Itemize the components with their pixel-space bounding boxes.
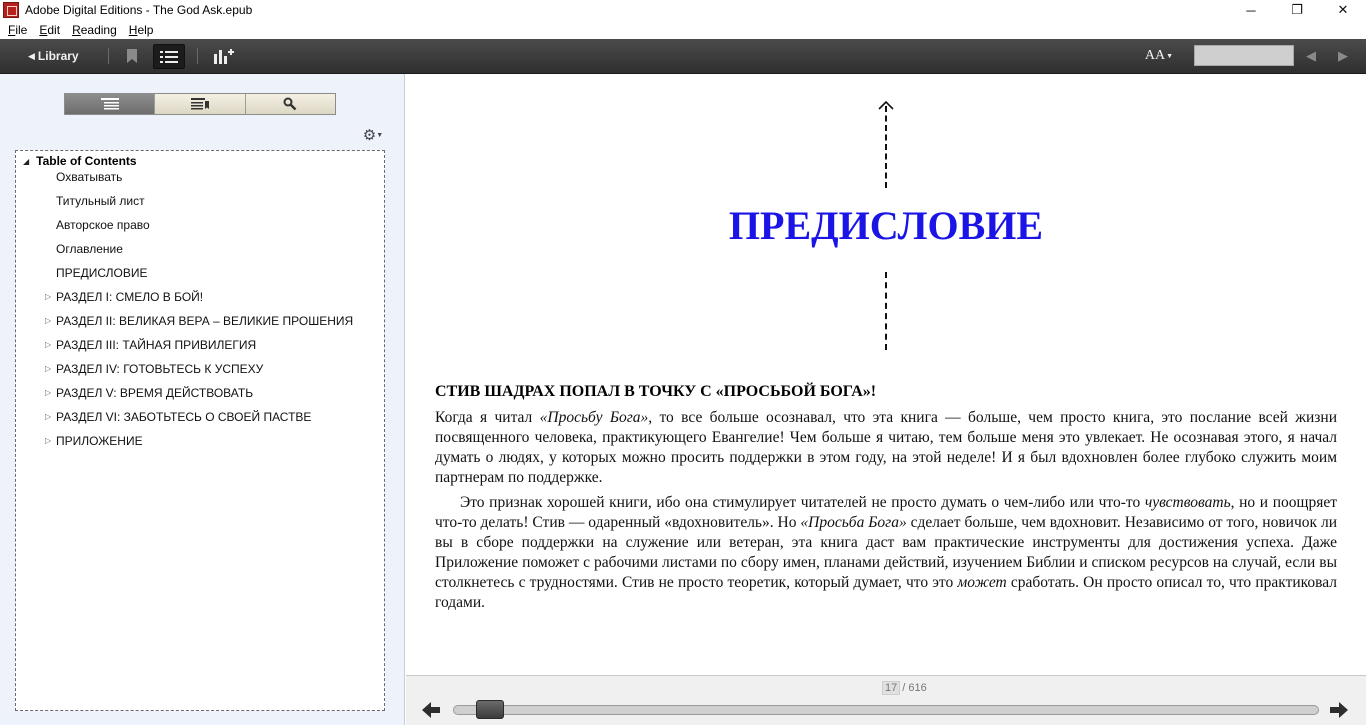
arrow-left-icon: ◀ — [1306, 48, 1316, 63]
toc-item[interactable]: РАЗДЕЛ III: ТАЙНАЯ ПРИВИЛЕГИЯ — [56, 338, 256, 352]
toolbar-divider — [108, 48, 109, 64]
toc-item[interactable]: РАЗДЕЛ I: СМЕЛО В БОЙ! — [56, 290, 203, 304]
menu-file[interactable]: File — [2, 23, 33, 37]
body-paragraph: Это признак хорошей книги, ибо она стиму… — [435, 493, 1337, 613]
bar-chart-plus-icon — [214, 49, 234, 64]
font-size-button[interactable]: AA ▼ — [1144, 46, 1174, 66]
search-icon — [283, 97, 297, 111]
page-slider-thumb[interactable] — [475, 700, 504, 719]
reader-page[interactable]: ПРЕДИСЛОВИЕ СТИВ ШАДРАХ ПОПАЛ В ТОЧКУ С … — [406, 74, 1366, 675]
expand-triangle-icon[interactable]: ▷ — [45, 340, 51, 349]
toc-toggle-button[interactable] — [153, 44, 185, 69]
arrow-right-icon: ▶ — [1338, 48, 1348, 63]
expand-triangle-icon[interactable]: ▷ — [45, 388, 51, 397]
menu-edit[interactable]: Edit — [33, 23, 66, 37]
sidebar-settings-button[interactable]: ⚙ ▼ — [362, 126, 384, 144]
italic-text: «Просьба Бога» — [800, 514, 907, 531]
toolbar: ◀ Library AA ▼ ◀ ▶ — [0, 39, 1366, 74]
menu-help[interactable]: Help — [123, 23, 160, 37]
current-page-field[interactable]: 17 — [882, 681, 901, 695]
toc-root[interactable]: ◢ Table of Contents — [23, 154, 137, 168]
next-page-button[interactable] — [1330, 702, 1348, 718]
chapter-title: ПРЕДИСЛОВИЕ — [728, 203, 1044, 248]
italic-text: может — [957, 574, 1007, 591]
page-navigation-bar: 17 / 616 — [406, 675, 1366, 725]
ornament-line-top — [885, 106, 887, 188]
expanded-triangle-icon[interactable]: ◢ — [23, 157, 29, 166]
title-bar: Adobe Digital Editions - The God Ask.epu… — [0, 0, 1366, 20]
bookmark-list-icon — [190, 98, 209, 110]
text-run: Это признак хорошей книги, ибо она стиму… — [460, 494, 1145, 511]
close-button[interactable]: ✕ — [1320, 0, 1366, 20]
back-triangle-icon: ◀ — [28, 50, 35, 61]
toc-item[interactable]: РАЗДЕЛ V: ВРЕМЯ ДЕЙСТВОВАТЬ — [56, 386, 253, 400]
body-paragraph: Когда я читал «Просьбу Бога», то все бол… — [435, 408, 1337, 488]
toc-item[interactable]: РАЗДЕЛ VI: ЗАБОТЬТЕСЬ О СВОЕЙ ПАСТВЕ — [56, 410, 311, 424]
window-title: Adobe Digital Editions - The God Ask.epu… — [25, 3, 253, 17]
window-controls: ─ ❐ ✕ — [1228, 0, 1366, 20]
arrow-left-icon — [422, 702, 440, 718]
toc-item[interactable]: Охватывать — [56, 170, 122, 184]
toc-item[interactable]: РАЗДЕЛ IV: ГОТОВЬТЕСЬ К УСПЕХУ — [56, 362, 263, 376]
sidebar: ⚙ ▼ ◢ Table of Contents Охватывать Титуль… — [0, 74, 405, 725]
sidebar-tabs — [64, 93, 336, 115]
section-heading: СТИВ ШАДРАХ ПОПАЛ В ТОЧКУ С «ПРОСЬБОЙ БО… — [435, 383, 877, 400]
previous-result-button[interactable]: ◀ — [1302, 47, 1320, 65]
library-button[interactable]: ◀ Library — [28, 45, 79, 67]
statistics-button[interactable] — [212, 46, 236, 66]
previous-page-button[interactable] — [422, 702, 440, 718]
toc-tree: ◢ Table of Contents Охватывать Титульный… — [15, 150, 385, 711]
expand-triangle-icon[interactable]: ▷ — [45, 364, 51, 373]
toolbar-divider — [197, 48, 198, 64]
page-indicator: 17 / 616 — [882, 681, 927, 695]
expand-triangle-icon[interactable]: ▷ — [45, 436, 51, 445]
toc-item[interactable]: Титульный лист — [56, 194, 145, 208]
toc-list-icon — [100, 98, 119, 110]
chevron-down-icon: ▼ — [1166, 52, 1174, 60]
expand-triangle-icon[interactable]: ▷ — [45, 412, 51, 421]
bookmark-icon — [127, 49, 137, 63]
total-pages: / 616 — [902, 682, 927, 694]
chevron-down-icon: ▼ — [376, 131, 384, 139]
menu-bar: File Edit Reading Help — [0, 20, 1366, 39]
page-slider-track[interactable] — [453, 705, 1319, 715]
search-input[interactable] — [1194, 45, 1294, 66]
toc-tab[interactable] — [65, 94, 156, 114]
list-icon — [160, 50, 178, 63]
toc-item[interactable]: ПРИЛОЖЕНИЕ — [56, 434, 143, 448]
toc-item[interactable]: РАЗДЕЛ II: ВЕЛИКАЯ ВЕРА – ВЕЛИКИЕ ПРОШЕН… — [56, 314, 353, 328]
toc-item[interactable]: ПРЕДИСЛОВИЕ — [56, 266, 148, 280]
text-run: Когда я читал — [435, 409, 540, 426]
menu-reading[interactable]: Reading — [66, 23, 123, 37]
arrow-right-icon — [1330, 702, 1348, 718]
ornament-line-bottom — [885, 272, 887, 350]
toc-item[interactable]: Оглавление — [56, 242, 123, 256]
bookmarks-tab[interactable] — [155, 94, 246, 114]
minimize-button[interactable]: ─ — [1228, 0, 1274, 20]
restore-button[interactable]: ❐ — [1274, 0, 1320, 20]
bookmark-button[interactable] — [124, 46, 140, 66]
next-result-button[interactable]: ▶ — [1334, 47, 1352, 65]
app-icon — [3, 2, 19, 18]
expand-triangle-icon[interactable]: ▷ — [45, 292, 51, 301]
italic-text: чувствовать — [1144, 494, 1231, 511]
expand-triangle-icon[interactable]: ▷ — [45, 316, 51, 325]
toc-item[interactable]: Авторское право — [56, 218, 150, 232]
gear-icon: ⚙ — [362, 127, 377, 144]
search-tab[interactable] — [245, 94, 335, 114]
italic-text: «Просьбу Бога» — [539, 409, 649, 426]
